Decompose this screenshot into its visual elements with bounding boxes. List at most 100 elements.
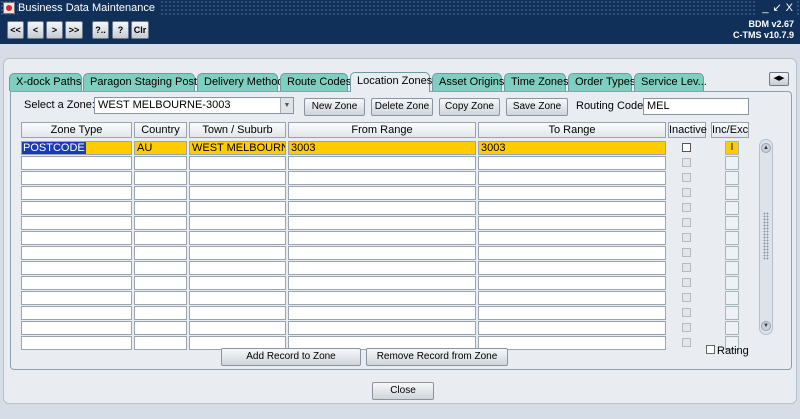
close-window-icon[interactable]: X [786,2,793,14]
inactive-checkbox[interactable] [682,248,691,257]
cell-to[interactable] [478,291,666,305]
cell-from[interactable] [288,156,476,170]
inc-exc-field[interactable] [725,276,739,290]
cell-from[interactable] [288,261,476,275]
cell-zone-type[interactable] [21,336,132,350]
cell-country[interactable] [134,231,187,245]
inactive-checkbox[interactable] [682,323,691,332]
cell-country[interactable] [134,171,187,185]
cell-town[interactable] [189,216,286,230]
remove-record-button[interactable]: Remove Record from Zone [366,348,508,366]
new-zone-button[interactable]: New Zone [304,98,365,116]
cell-country[interactable] [134,321,187,335]
cell-zone-type[interactable] [21,201,132,215]
next-record-button[interactable]: > [46,21,63,39]
cell-zone-type[interactable] [21,216,132,230]
column-header-zone-type[interactable]: Zone Type [21,122,132,138]
scroll-down-icon[interactable]: ▼ [761,321,771,331]
cell-country[interactable] [134,186,187,200]
cell-to[interactable] [478,276,666,290]
cell-country[interactable] [134,261,187,275]
cell-town[interactable] [189,276,286,290]
inc-exc-field[interactable] [725,216,739,230]
inactive-checkbox[interactable] [682,158,691,167]
copy-zone-button[interactable]: Copy Zone [439,98,500,116]
query-button[interactable]: ?.. [92,21,109,39]
cell-country[interactable] [134,201,187,215]
cell-zone-type[interactable] [21,291,132,305]
inc-exc-field[interactable] [725,231,739,245]
column-header-to-range[interactable]: To Range [478,122,666,138]
inactive-checkbox[interactable] [682,218,691,227]
cell-zone-type[interactable] [21,156,132,170]
cell-to[interactable] [478,201,666,215]
clear-button[interactable]: Clr [131,21,149,39]
inc-exc-field[interactable] [725,186,739,200]
tab-route-codes[interactable]: Route Codes [280,73,351,91]
column-header-country[interactable]: Country [134,122,187,138]
cell-from[interactable] [288,171,476,185]
cell-town[interactable] [189,291,286,305]
add-record-button[interactable]: Add Record to Zone [221,348,361,366]
column-header-inactive[interactable]: Inactive [668,122,707,138]
cell-zone-type[interactable] [21,321,132,335]
cell-from[interactable] [288,246,476,260]
tab-paragon-staging-posts[interactable]: Paragon Staging Posts [83,73,203,91]
tab-asset-origins[interactable]: Asset Origins [432,73,504,91]
column-header-from-range[interactable]: From Range [288,122,476,138]
inactive-checkbox[interactable] [682,263,691,272]
cell-to[interactable] [478,171,666,185]
routing-code-input[interactable]: MEL [643,98,749,115]
cell-country[interactable] [134,156,187,170]
save-zone-button[interactable]: Save Zone [506,98,568,116]
zone-select[interactable]: WEST MELBOURNE-3003 ▼ [94,97,294,114]
inc-exc-field[interactable] [725,246,739,260]
cell-zone-type[interactable] [21,276,132,290]
grid-scrollbar[interactable]: ▲ ▼ [759,139,773,335]
cell-from[interactable] [288,306,476,320]
cell-town[interactable] [189,246,286,260]
cell-zone-type[interactable] [21,231,132,245]
cell-from[interactable] [288,201,476,215]
cell-country[interactable]: AU [134,141,187,155]
first-record-button[interactable]: << [7,21,24,39]
delete-zone-button[interactable]: Delete Zone [371,98,433,116]
cell-country[interactable] [134,291,187,305]
inc-exc-field[interactable] [725,291,739,305]
scroll-grip[interactable] [763,212,769,260]
inc-exc-field[interactable] [725,261,739,275]
cell-to[interactable] [478,306,666,320]
cell-to[interactable] [478,156,666,170]
cell-from[interactable] [288,231,476,245]
last-record-button[interactable]: >> [65,21,83,39]
cell-to[interactable] [478,231,666,245]
tab-delivery-method[interactable]: Delivery Method [197,73,283,91]
tab-time-zones[interactable]: Time Zones [504,73,569,91]
cell-town[interactable] [189,201,286,215]
cell-to[interactable] [478,216,666,230]
inc-exc-field[interactable] [725,321,739,335]
inactive-checkbox[interactable] [682,203,691,212]
cell-from[interactable] [288,216,476,230]
previous-record-button[interactable]: < [27,21,44,39]
cell-zone-type[interactable] [21,186,132,200]
inactive-checkbox[interactable] [682,293,691,302]
cell-town[interactable] [189,321,286,335]
inc-exc-field[interactable]: I [725,141,739,155]
inc-exc-field[interactable] [725,156,739,170]
scroll-up-icon[interactable]: ▲ [761,143,771,153]
cell-from[interactable] [288,276,476,290]
tab-x-dock-paths[interactable]: X-dock Paths [9,73,82,91]
cell-to[interactable] [478,186,666,200]
cell-zone-type[interactable] [21,246,132,260]
cell-to[interactable] [478,321,666,335]
cell-country[interactable] [134,216,187,230]
chevron-down-icon[interactable]: ▼ [280,98,293,113]
cell-from[interactable] [288,291,476,305]
cell-from[interactable]: 3003 [288,141,476,155]
help-button[interactable]: ? [112,21,129,39]
cell-zone-type[interactable] [21,306,132,320]
cell-to[interactable] [478,246,666,260]
inc-exc-field[interactable] [725,201,739,215]
inc-exc-field[interactable] [725,306,739,320]
